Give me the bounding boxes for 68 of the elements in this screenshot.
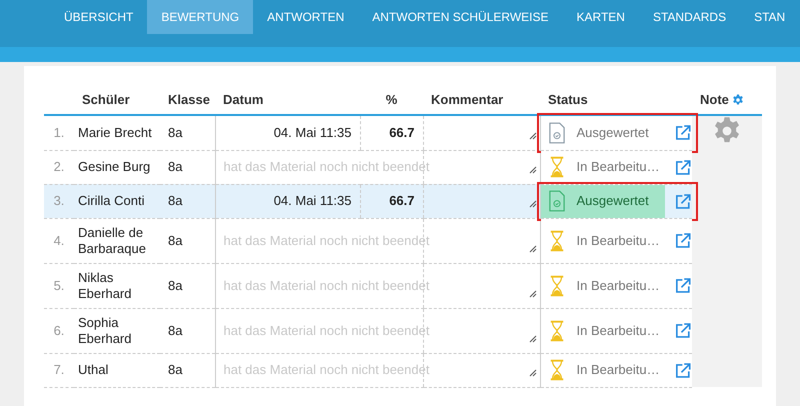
- row-number: 4.: [54, 232, 64, 248]
- external-link-icon[interactable]: [675, 124, 692, 142]
- percent-score: 66.7: [389, 193, 414, 208]
- nav-tab[interactable]: ANTWORTEN: [253, 0, 358, 34]
- nav-tab[interactable]: STANDARDS: [638, 0, 740, 34]
- class-label: 8a: [168, 362, 182, 377]
- hourglass-icon: [548, 274, 564, 296]
- status-label: In Bearbeitu…: [576, 159, 660, 175]
- column-header: %: [386, 92, 398, 107]
- document-check-icon: [548, 122, 564, 144]
- class-label: 8a: [168, 232, 182, 248]
- status-label: In Bearbeitu…: [576, 322, 660, 338]
- class-label: 8a: [168, 159, 182, 174]
- row-number: 7.: [54, 362, 64, 377]
- submission-date: 04. Mai 11:35: [274, 193, 352, 208]
- settings-icon[interactable]: [732, 94, 744, 106]
- external-link-icon[interactable]: [675, 277, 692, 294]
- student-name: Niklas Eberhard: [78, 270, 132, 300]
- external-link-icon[interactable]: [675, 158, 692, 176]
- resize-grip-icon[interactable]: [528, 200, 536, 208]
- document-check-icon: [548, 190, 564, 212]
- column-header: Datum: [223, 92, 264, 107]
- resize-grip-icon[interactable]: [528, 132, 536, 140]
- row-number: 6.: [54, 322, 64, 338]
- class-label: 8a: [168, 124, 182, 140]
- student-name: Marie Brecht: [78, 124, 152, 140]
- row-number: 5.: [54, 278, 64, 292]
- student-name: Sophia Eberhard: [78, 314, 132, 346]
- submission-date: 04. Mai 11:35: [274, 124, 352, 140]
- status-label: Ausgewertet: [576, 124, 649, 141]
- status-label: Ausgewertet: [576, 193, 649, 209]
- resize-grip-icon[interactable]: [528, 368, 536, 376]
- external-link-icon[interactable]: [675, 322, 692, 339]
- nav-tab[interactable]: ÜBERSICHT: [50, 0, 148, 34]
- row-number: 2.: [54, 159, 64, 174]
- class-label: 8a: [168, 193, 182, 208]
- status-label: In Bearbeitu…: [576, 362, 660, 378]
- external-link-icon[interactable]: [675, 362, 692, 378]
- column-header: Kommentar: [431, 92, 504, 107]
- column-header: Note: [700, 92, 729, 107]
- external-link-icon[interactable]: [675, 232, 692, 249]
- hourglass-icon: [548, 230, 564, 252]
- nav-tab[interactable]: BEWERTUNG: [147, 0, 254, 34]
- percent-score: 66.7: [389, 124, 414, 140]
- status-label: In Bearbeitu…: [576, 232, 660, 248]
- student-name: Danielle de Barbaraque: [78, 224, 146, 256]
- resize-grip-icon[interactable]: [528, 290, 536, 298]
- class-label: 8a: [168, 278, 182, 292]
- nav-tab[interactable]: STAN: [740, 0, 786, 34]
- nav-tab[interactable]: KARTEN: [562, 0, 639, 34]
- external-link-icon[interactable]: [675, 192, 692, 210]
- resize-grip-icon[interactable]: [528, 334, 536, 342]
- hourglass-icon: [548, 320, 564, 342]
- column-header: Schüler: [82, 92, 130, 107]
- class-label: 8a: [168, 322, 182, 338]
- status-label: In Bearbeitu…: [576, 278, 660, 294]
- row-number: 3.: [54, 193, 64, 208]
- student-name: Cirilla Conti: [78, 193, 144, 208]
- hourglass-icon: [548, 156, 564, 178]
- student-name: Gesine Burg: [78, 159, 150, 174]
- row-number: 1.: [54, 124, 64, 140]
- column-header: Klasse: [168, 92, 210, 107]
- student-name: Uthal: [78, 362, 108, 377]
- hourglass-icon: [548, 359, 564, 381]
- resize-grip-icon[interactable]: [528, 244, 536, 252]
- nav-tab[interactable]: ANTWORTEN SCHÜLERWEISE: [358, 0, 562, 34]
- column-header: Status: [548, 92, 588, 107]
- resize-grip-icon[interactable]: [528, 166, 536, 174]
